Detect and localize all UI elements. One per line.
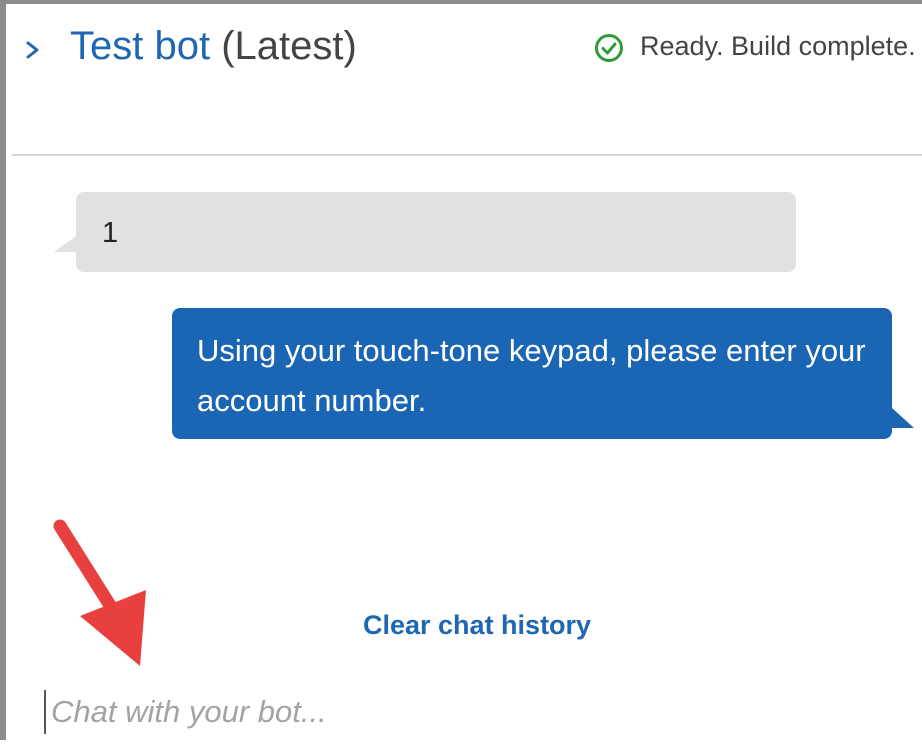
status-text: Ready. Build complete. xyxy=(640,31,916,61)
bubble-tail xyxy=(54,236,76,252)
chat-input[interactable] xyxy=(44,690,904,734)
test-bot-panel: Test bot (Latest) Ready. Build complete.… xyxy=(0,0,922,740)
user-message-bubble: 1 xyxy=(54,192,796,272)
clear-chat-history-link[interactable]: Clear chat history xyxy=(363,610,591,641)
panel-title: Test bot (Latest) xyxy=(70,22,357,70)
user-message-text: 1 xyxy=(102,217,119,249)
panel-header: Test bot (Latest) Ready. Build complete. xyxy=(12,8,922,156)
check-circle-icon xyxy=(595,34,623,62)
bot-message-text: Using your touch-tone keypad, please ent… xyxy=(197,333,866,418)
annotation-arrow-icon xyxy=(53,519,146,666)
bot-version: (Latest) xyxy=(221,24,357,68)
bubble-tail xyxy=(892,408,914,428)
bot-message-bubble: Using your touch-tone keypad, please ent… xyxy=(172,308,914,439)
chevron-right-icon[interactable] xyxy=(23,38,43,62)
bot-name: Test bot xyxy=(70,24,211,68)
